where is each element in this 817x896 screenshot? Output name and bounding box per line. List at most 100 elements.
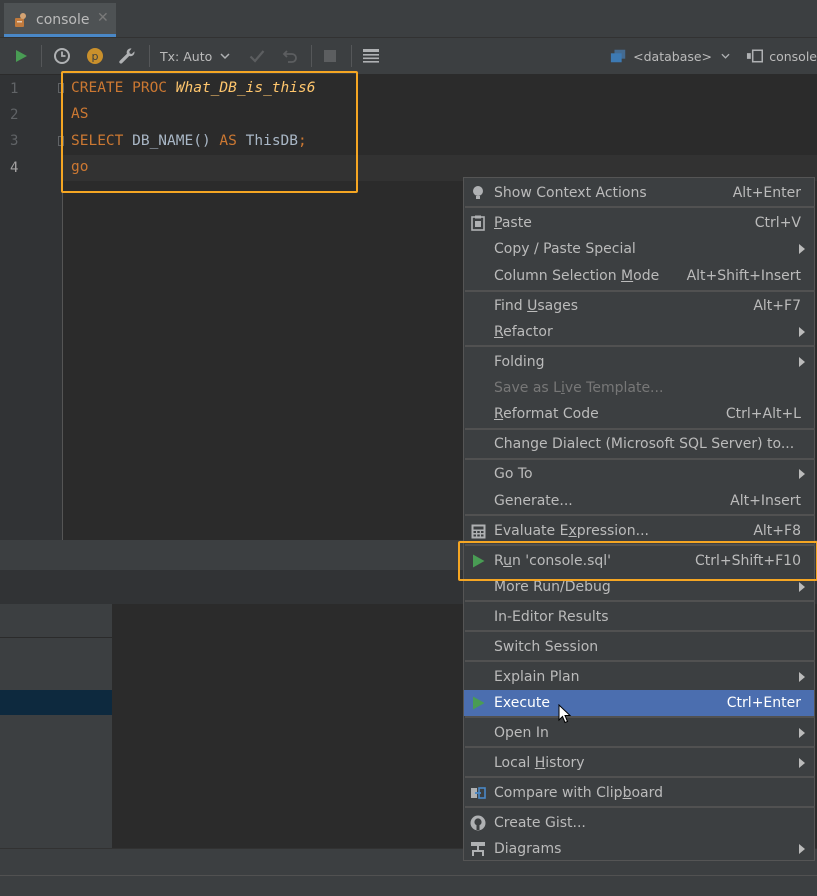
parameters-button[interactable]: p: [83, 38, 107, 74]
stop-button[interactable]: [318, 38, 342, 74]
output-layout-button[interactable]: [359, 38, 383, 74]
menu-item-create-gist[interactable]: Create Gist...: [464, 810, 814, 836]
menu-item-generate[interactable]: Generate... Alt+Insert: [464, 488, 814, 514]
commit-button[interactable]: [245, 38, 269, 74]
session-selector[interactable]: console: [746, 38, 817, 74]
menu-item-diagrams[interactable]: Diagrams: [464, 836, 814, 862]
menu-item-label: More Run/Debug: [494, 579, 611, 595]
menu-item-compare-with-clipboard[interactable]: Compare with Clipboard: [464, 780, 814, 806]
menu-item-label: Local History: [494, 755, 585, 771]
menu-item-open-in[interactable]: Open In: [464, 720, 814, 746]
database-label: <database>: [633, 48, 713, 64]
submenu-arrow-icon: [799, 327, 805, 337]
toolbar-separator: [351, 45, 352, 67]
menu-item-label: Copy / Paste Special: [494, 241, 636, 257]
menu-separator: [465, 290, 815, 292]
database-icon: [610, 49, 626, 63]
close-tab-icon[interactable]: ✕: [97, 10, 109, 26]
menu-item-reformat-code[interactable]: Reformat Code Ctrl+Alt+L: [464, 401, 814, 427]
chevron-down-icon: [721, 53, 730, 59]
menu-item-label: Find Usages: [494, 298, 579, 314]
svg-text:p: p: [92, 50, 99, 63]
menu-item-label: Create Gist...: [494, 815, 586, 831]
menu-item-label: Go To: [494, 466, 533, 482]
session-icon: [746, 49, 764, 63]
diagram-icon: [470, 841, 486, 857]
github-icon: [470, 815, 486, 831]
database-selector[interactable]: <database>: [610, 38, 730, 74]
menu-item-shortcut: Alt+Shift+Insert: [686, 268, 801, 284]
lightbulb-icon: [470, 185, 486, 201]
menu-item-find-usages[interactable]: Find Usages Alt+F7: [464, 293, 814, 319]
menu-item-label: Switch Session: [494, 639, 599, 655]
checkmark-icon: [249, 50, 265, 63]
toolbar-separator: [41, 45, 42, 67]
execute-button[interactable]: [8, 38, 34, 74]
rollback-button[interactable]: [278, 38, 302, 74]
menu-item-execute[interactable]: Execute Ctrl+Enter: [464, 690, 814, 716]
line-number: 2: [10, 107, 19, 123]
settings-button[interactable]: [115, 38, 139, 74]
session-label: console: [769, 48, 817, 64]
tree-selected-row[interactable]: [0, 690, 112, 715]
menu-separator: [465, 776, 815, 778]
menu-item-label: Change Dialect (Microsoft SQL Server) to…: [494, 436, 795, 452]
toolbar-separator: [311, 45, 312, 67]
tx-mode-label: Tx: Auto: [160, 48, 213, 64]
menu-item-shortcut: Alt+Enter: [732, 185, 801, 201]
line-number-gutter: 1 2 3 4: [0, 75, 63, 540]
mouse-cursor-icon: [558, 704, 572, 724]
run-item-highlight-box: [458, 541, 817, 581]
menu-item-shortcut: Ctrl+Alt+L: [725, 406, 801, 422]
menu-item-paste[interactable]: Paste Ctrl+V: [464, 210, 814, 236]
menu-item-shortcut: Alt+Insert: [730, 493, 801, 509]
menu-item-label: Compare with Clipboard: [494, 785, 663, 801]
submenu-arrow-icon: [799, 469, 805, 479]
clock-icon: [54, 48, 70, 64]
editor-context-menu: Show Context Actions Alt+Enter Paste Ctr…: [463, 177, 815, 861]
tree-divider: [0, 637, 112, 638]
wrench-icon: [119, 48, 135, 64]
menu-item-in-editor-results[interactable]: In-Editor Results: [464, 604, 814, 630]
menu-item-show-context-actions[interactable]: Show Context Actions Alt+Enter: [464, 180, 814, 206]
menu-item-refactor[interactable]: Refactor: [464, 319, 814, 345]
menu-item-switch-session[interactable]: Switch Session: [464, 634, 814, 660]
menu-item-label: Show Context Actions: [494, 185, 647, 201]
submenu-arrow-icon: [799, 844, 805, 854]
menu-item-label: Refactor: [494, 324, 553, 340]
menu-item-label: Diagrams: [494, 841, 562, 857]
menu-item-label: In-Editor Results: [494, 609, 609, 625]
editor-tab-bar: console ✕: [0, 0, 817, 38]
menu-separator: [465, 600, 815, 602]
menu-item-label: Column Selection Mode: [494, 268, 660, 284]
menu-item-copy-paste-special[interactable]: Copy / Paste Special: [464, 236, 814, 262]
menu-item-go-to[interactable]: Go To: [464, 461, 814, 487]
chevron-down-icon: [220, 53, 230, 60]
tx-mode-dropdown[interactable]: Tx: Auto: [160, 38, 236, 74]
menu-separator: [465, 206, 815, 208]
table-icon: [363, 49, 379, 63]
services-tree-panel[interactable]: [0, 604, 113, 848]
line-number: 3: [10, 133, 19, 149]
toolbar-separator: [149, 45, 150, 67]
calculator-icon: [470, 523, 486, 539]
menu-item-label: Open In: [494, 725, 549, 741]
tab-console[interactable]: console ✕: [4, 3, 116, 37]
menu-item-explain-plan[interactable]: Explain Plan: [464, 664, 814, 690]
history-button[interactable]: [50, 38, 74, 74]
menu-item-shortcut: Alt+F8: [753, 523, 801, 539]
menu-item-column-selection-mode[interactable]: Column Selection Mode Alt+Shift+Insert: [464, 263, 814, 289]
menu-item-label: Execute: [494, 695, 550, 711]
p-badge-icon: p: [87, 48, 103, 64]
clipboard-icon: [470, 215, 486, 231]
menu-item-local-history[interactable]: Local History: [464, 750, 814, 776]
menu-item-change-dialect[interactable]: Change Dialect (Microsoft SQL Server) to…: [464, 431, 814, 457]
undo-icon: [282, 50, 297, 63]
submenu-arrow-icon: [799, 758, 805, 768]
line-number: 1: [10, 81, 19, 97]
submenu-arrow-icon: [799, 244, 805, 254]
compare-icon: [470, 785, 486, 801]
menu-item-folding[interactable]: Folding: [464, 349, 814, 375]
tab-label: console: [36, 12, 90, 28]
execute-icon: [470, 695, 486, 711]
